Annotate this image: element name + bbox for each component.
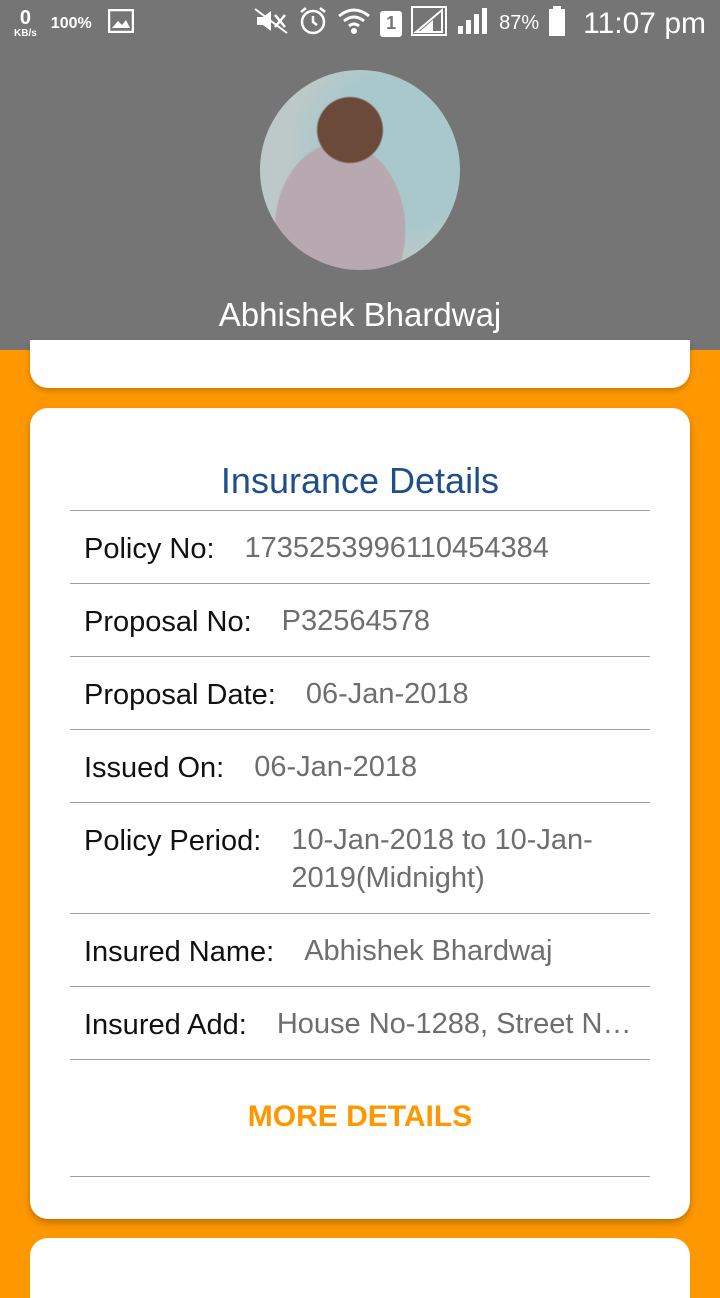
detail-value: 06-Jan-2018 <box>254 751 418 783</box>
detail-label: Proposal Date: <box>84 679 276 711</box>
divider <box>70 1176 650 1177</box>
detail-label: Policy No: <box>84 533 215 565</box>
next-card <box>30 1238 690 1298</box>
gallery-icon <box>107 8 134 38</box>
wifi-icon <box>337 6 371 41</box>
detail-row-policy-no: Policy No: 173525399611045438​4 <box>70 510 650 583</box>
alarm-icon <box>298 6 328 41</box>
status-bar: 0 KB/s 100% 1 87% 11:07 pm <box>0 0 720 50</box>
detail-value: P32564578 <box>281 605 431 637</box>
more-details-button[interactable]: MORE DETAILS <box>30 1100 690 1134</box>
detail-label: Insured Add: <box>84 1009 247 1041</box>
detail-value: House No-1288, Street No-5 <box>276 1008 636 1040</box>
mute-icon <box>253 7 289 40</box>
avatar[interactable] <box>260 70 460 270</box>
detail-row-proposal-date: Proposal Date: 06-Jan-2018 <box>70 656 650 729</box>
previous-card <box>30 340 690 388</box>
detail-row-issued-on: Issued On: 06-Jan-2018 <box>70 729 650 802</box>
clock: 11:07 pm <box>583 6 706 40</box>
detail-value: 10-Jan-2018 to 10-Jan-2019(Midnight) <box>291 824 593 894</box>
network-speed-unit: KB/s <box>14 28 37 39</box>
insurance-details-card: Insurance Details Policy No: 17352539961… <box>30 408 690 1219</box>
battery-icon <box>548 6 566 41</box>
battery-percent: 87% <box>499 12 540 34</box>
detail-label: Proposal No: <box>84 606 252 638</box>
detail-value: Abhishek Bhardwaj <box>304 935 553 967</box>
detail-label: Insured Name: <box>84 936 275 968</box>
detail-row-insured-name: Insured Name: Abhishek Bhardwaj <box>70 913 650 986</box>
details-list: Policy No: 173525399611045438​4 Proposal… <box>70 510 650 1060</box>
storage-indicator: 100% <box>50 14 92 32</box>
signal-icon <box>411 6 448 41</box>
detail-row-insured-add: Insured Add: House No-1288, Street No-5 <box>70 986 650 1059</box>
network-speed: 0 KB/s <box>14 8 37 39</box>
sim-indicator: 1 <box>380 10 403 37</box>
profile-header: Abhishek Bhardwaj <box>0 50 720 350</box>
network-speed-value: 0 <box>19 7 31 29</box>
detail-value: 173525399611045438​4 <box>244 532 549 564</box>
card-title: Insurance Details <box>220 460 500 501</box>
detail-label: Policy Period: <box>84 825 262 857</box>
divider <box>70 1059 650 1060</box>
profile-name: Abhishek Bhardwaj <box>218 296 502 333</box>
detail-row-policy-period: Policy Period: 10-Jan-2018 to 10-Jan-201… <box>70 802 650 913</box>
detail-row-proposal-no: Proposal No: P32564578 <box>70 583 650 656</box>
detail-label: Issued On: <box>84 752 225 784</box>
detail-value: 06-Jan-2018 <box>305 678 469 710</box>
signal-strength-icon <box>456 6 490 41</box>
